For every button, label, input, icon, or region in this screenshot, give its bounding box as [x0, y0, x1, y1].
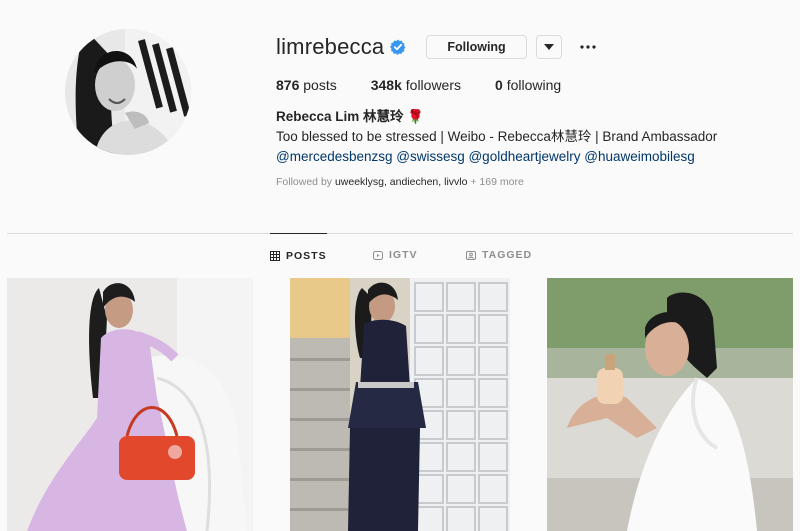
followers-link[interactable]: 348k followers [371, 77, 461, 93]
post-thumbnail[interactable] [547, 278, 793, 531]
profile-header: limrebecca Following 876 posts 348k foll… [276, 30, 786, 188]
posts-count: 876 posts [276, 77, 337, 93]
full-name: Rebecca Lim 林慧玲 🌹 [276, 109, 425, 124]
following-button[interactable]: Following [426, 35, 527, 59]
post-thumbnail[interactable] [7, 278, 253, 531]
username: limrebecca [276, 34, 385, 59]
profile-avatar[interactable] [65, 29, 191, 155]
profile-tabs: POSTS IGTV TAGGED [0, 233, 800, 277]
tagged-icon [466, 251, 476, 260]
bio-mentions[interactable]: @mercedesbenzsg @swissesg @goldheartjewe… [276, 147, 786, 167]
profile-bio: Rebecca Lim 林慧玲 🌹 Too blessed to be stre… [276, 107, 786, 167]
grid-icon [270, 250, 280, 261]
igtv-icon [373, 251, 383, 260]
more-options-icon[interactable] [578, 37, 598, 57]
verified-badge-icon [390, 39, 406, 55]
bio-text: Too blessed to be stressed | Weibo - Reb… [276, 129, 718, 144]
tab-igtv[interactable]: IGTV [373, 233, 418, 277]
following-link[interactable]: 0 following [495, 77, 561, 93]
tab-posts[interactable]: POSTS [270, 233, 327, 277]
profile-stats: 876 posts 348k followers 0 following [276, 77, 786, 93]
suggested-dropdown-button[interactable] [535, 35, 562, 59]
tab-tagged[interactable]: TAGGED [466, 233, 532, 277]
caret-down-icon [543, 44, 554, 50]
post-thumbnail[interactable] [290, 278, 510, 531]
followed-by[interactable]: Followed by uweeklysg, andiechen, livvlo… [276, 176, 786, 188]
